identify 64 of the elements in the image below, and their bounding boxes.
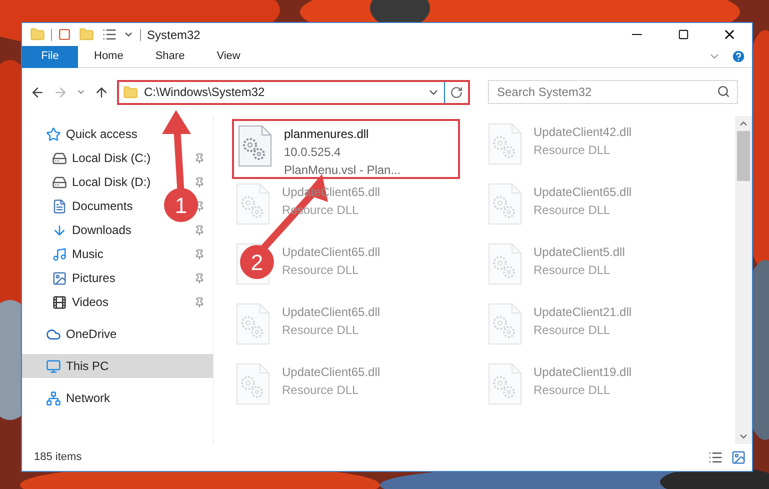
file-name: UpdateClient65.dll (282, 304, 380, 321)
download-icon (52, 222, 67, 238)
file-detail: Resource DLL (282, 262, 360, 279)
sidebar-item[interactable]: Local Disk (C:) (52, 149, 151, 167)
film-icon (52, 294, 67, 310)
file-name: UpdateClient65.dll (282, 364, 380, 381)
drive-icon (52, 174, 67, 190)
picture-icon (52, 270, 67, 286)
file-name: UpdateClient19.dll (534, 364, 632, 381)
minimize-icon (632, 34, 642, 35)
ribbon-tab[interactable]: Share (139, 46, 201, 68)
sidebar-item[interactable]: This PC (46, 357, 109, 375)
ribbon-tab[interactable]: File (22, 46, 78, 68)
refresh-icon[interactable] (450, 86, 463, 98)
cloud-icon (46, 326, 61, 342)
file-detail: Resource DLL (534, 322, 612, 339)
network-icon (46, 390, 61, 406)
file-name: UpdateClient65.dll (534, 184, 632, 201)
sidebar-item[interactable]: Network (46, 389, 110, 407)
file-detail: 10.0.525.4 (284, 144, 342, 161)
window-title: System32 (147, 26, 200, 44)
maximize-icon (678, 29, 688, 40)
large-icons-view-icon[interactable] (731, 450, 746, 465)
properties-icon[interactable] (102, 27, 117, 42)
search-icon[interactable] (717, 85, 730, 98)
document-icon (52, 198, 67, 214)
back-icon[interactable] (30, 84, 45, 100)
music-note-icon (52, 246, 67, 262)
drive-icon (52, 150, 67, 166)
monitor-icon (46, 358, 61, 374)
file-detail: Resource DLL (282, 382, 360, 399)
file-detail: Resource DLL (534, 382, 612, 399)
sidebar-item[interactable]: OneDrive (46, 325, 117, 343)
file-name: UpdateClient65.dll (282, 244, 380, 261)
sidebar-item[interactable]: Pictures (52, 269, 116, 287)
sidebar-item[interactable]: Downloads (52, 221, 132, 239)
sidebar-item[interactable]: Documents (52, 197, 133, 215)
sidebar-item[interactable]: Videos (52, 293, 108, 311)
address-bar[interactable]: C:\Windows\System32 (117, 80, 470, 104)
file-name: UpdateClient21.dll (534, 304, 632, 321)
file-detail: PlanMenu.vsl - Plan... (284, 162, 401, 179)
sidebar-item[interactable]: Quick access (46, 125, 138, 143)
file-name: planmenures.dll (284, 126, 370, 143)
file-detail: Resource DLL (534, 202, 612, 219)
star-icon (46, 126, 61, 142)
file-detail: Resource DLL (534, 142, 612, 159)
up-icon[interactable] (94, 84, 109, 100)
sidebar-item[interactable]: Music (52, 245, 104, 263)
search-field[interactable]: Search System32 (488, 80, 738, 104)
file-detail: Resource DLL (282, 322, 360, 339)
file-name: UpdateClient5.dll (534, 244, 625, 261)
item-count: 185 items (34, 450, 82, 466)
details-view-icon[interactable] (708, 450, 723, 465)
sidebar-item[interactable]: Local Disk (D:) (52, 173, 151, 191)
ribbon-tab[interactable]: Home (78, 46, 140, 68)
file-name: UpdateClient42.dll (534, 124, 632, 141)
folder-icon (123, 84, 138, 100)
file-item[interactable]: planmenures.dll 10.0.525.4 PlanMenu.vsl - Plan... (232, 119, 460, 179)
file-gear-icon (238, 125, 272, 167)
file-detail: Resource DLL (534, 262, 612, 279)
help-icon[interactable] (731, 49, 746, 64)
ribbon-tab[interactable]: View (200, 46, 256, 68)
scrollbar[interactable] (735, 116, 752, 444)
scroll-thumb[interactable] (737, 131, 750, 181)
